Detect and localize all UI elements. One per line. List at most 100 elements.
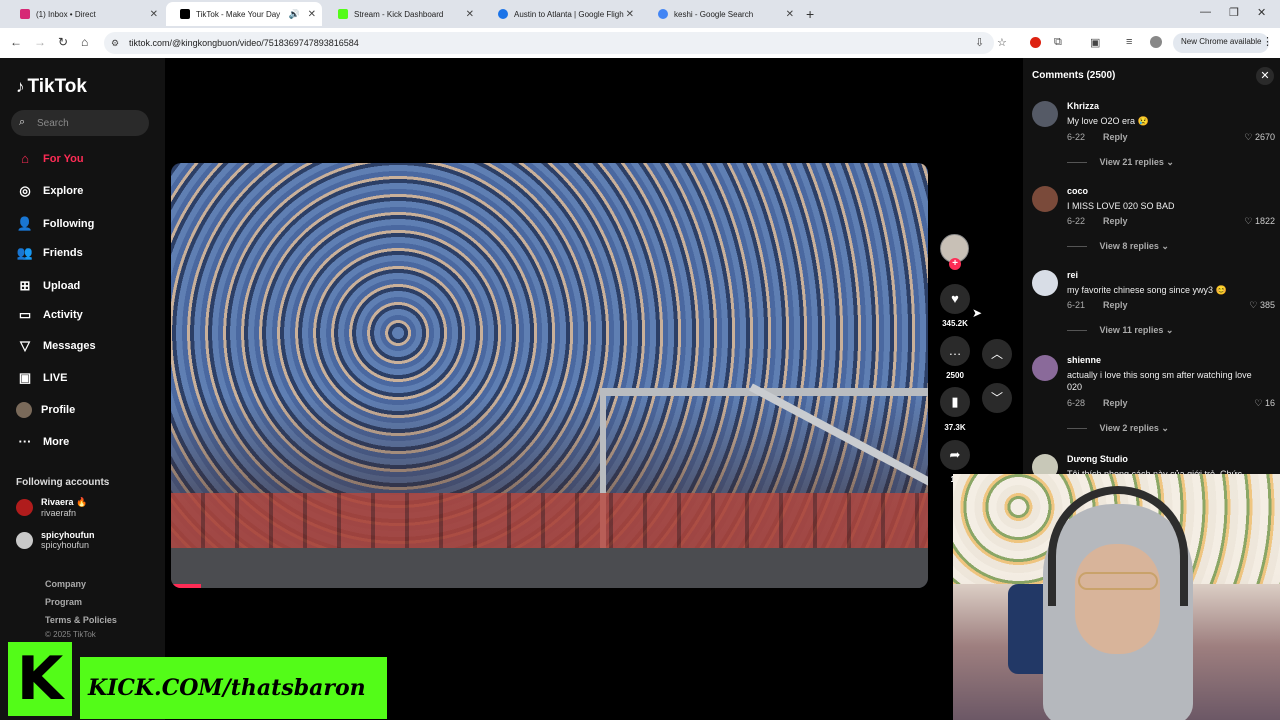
nav-messages[interactable]: ▽ Messages <box>16 338 96 354</box>
forward-button[interactable]: → <box>34 35 46 49</box>
save-button[interactable]: ▮ <box>940 387 970 417</box>
reply-button[interactable]: Reply <box>1103 300 1128 310</box>
nav-for-you[interactable]: ⌂ For You <box>16 151 83 166</box>
reply-button[interactable]: Reply <box>1103 132 1128 142</box>
install-icon[interactable]: ⇩ <box>975 36 984 49</box>
nav-label: More <box>43 435 70 448</box>
comment-author[interactable]: coco <box>1067 186 1088 196</box>
tab-google-search[interactable]: keshi - Google Search ✕ <box>644 2 800 26</box>
reload-button[interactable]: ↻ <box>58 35 68 49</box>
comment-like-button[interactable]: ♡ 385 <box>1249 300 1275 311</box>
search-input[interactable]: ⌕ Search <box>11 110 149 136</box>
view-replies-button[interactable]: View 21 replies ⌄ <box>1067 157 1174 168</box>
kick-logo: K <box>8 642 72 716</box>
restore-button[interactable]: ❐ <box>1229 6 1239 19</box>
video-player[interactable] <box>171 163 928 588</box>
profile-avatar[interactable] <box>1150 36 1162 48</box>
tab-instagram[interactable]: (1) Inbox • Direct ✕ <box>6 2 164 26</box>
comment-like-button[interactable]: ♡ 16 <box>1254 398 1275 409</box>
extension-icon[interactable] <box>1030 37 1041 48</box>
next-video-button[interactable]: ﹀ <box>982 383 1012 413</box>
webcam-overlay <box>953 474 1280 720</box>
comment-item: Dương Studio Tôi thích phong cách này củ… <box>1032 454 1277 480</box>
comment-author[interactable]: rei <box>1067 270 1078 280</box>
sidepanel-icon[interactable]: ▣ <box>1090 36 1100 49</box>
comment-author[interactable]: shienne <box>1067 355 1101 365</box>
share-arrow-icon: ➦ <box>949 447 961 462</box>
tiktok-logo[interactable]: ♪ TikTok <box>16 76 87 98</box>
tab-strip: (1) Inbox • Direct ✕ TikTok - Make Your … <box>0 0 1280 28</box>
tab-title: keshi - Google Search <box>674 9 754 19</box>
comment-like-button[interactable]: ♡ 2670 <box>1244 132 1275 143</box>
tab-kick[interactable]: Stream - Kick Dashboard ✕ <box>324 2 480 26</box>
following-icon: 👤 <box>16 216 34 231</box>
messages-icon: ▽ <box>20 338 30 353</box>
nav-upload[interactable]: ⊞ Upload <box>16 278 81 294</box>
view-replies-button[interactable]: View 2 replies ⌄ <box>1067 423 1169 434</box>
back-button[interactable]: ← <box>10 35 22 49</box>
comment-text: I MISS LOVE 020 SO BAD <box>1067 201 1175 211</box>
speaker-icon[interactable]: 🔊 <box>289 9 300 20</box>
mouse-cursor-icon: ➤ <box>972 306 983 320</box>
close-tab-icon[interactable]: ✕ <box>466 9 474 20</box>
menu-kebab-icon[interactable]: ⋮ <box>1262 35 1273 48</box>
close-window-button[interactable]: ✕ <box>1257 6 1266 19</box>
comment-author[interactable]: Khrizza <box>1067 101 1099 111</box>
bookmark-star-icon[interactable]: ☆ <box>997 36 1007 49</box>
address-bar[interactable]: tiktok.com/@kingkongbuon/video/751836974… <box>104 32 994 54</box>
like-button[interactable]: ♥ <box>940 284 970 314</box>
home-icon[interactable]: ⌂ <box>81 35 88 49</box>
minimize-button[interactable]: — <box>1200 6 1211 18</box>
comment-button[interactable]: … <box>940 336 970 366</box>
extensions-puzzle-icon[interactable]: ⧉ <box>1054 36 1062 49</box>
comment-count: 2500 <box>946 371 964 380</box>
footer-company[interactable]: Company <box>45 579 86 589</box>
footer-program[interactable]: Program <box>45 597 82 607</box>
comment-like-count: 385 <box>1259 300 1275 310</box>
nav-label: LIVE <box>43 372 68 384</box>
new-tab-button[interactable]: + <box>806 6 814 22</box>
compass-icon: ◎ <box>19 183 31 198</box>
nav-friends[interactable]: 👥 Friends <box>16 245 83 261</box>
nav-live[interactable]: ▣ LIVE <box>16 370 68 386</box>
close-tab-icon[interactable]: ✕ <box>626 9 634 20</box>
google-flights-icon <box>498 9 508 19</box>
nav-profile[interactable]: Profile <box>16 402 75 418</box>
reply-button[interactable]: Reply <box>1103 398 1128 408</box>
nav-activity[interactable]: ▭ Activity <box>16 307 83 323</box>
video-progress-bar[interactable] <box>171 584 201 588</box>
footer-terms[interactable]: Terms & Policies <box>45 615 117 625</box>
nav-following[interactable]: 👤 Following <box>16 216 94 232</box>
close-tab-icon[interactable]: ✕ <box>150 9 158 20</box>
friends-icon: 👥 <box>16 245 34 260</box>
avatar <box>16 499 33 516</box>
following-account-rivaera[interactable]: Rivaera 🔥 rivaerafn <box>16 497 87 518</box>
comment-like-button[interactable]: ♡ 1822 <box>1244 216 1275 227</box>
view-replies-button[interactable]: View 8 replies ⌄ <box>1067 241 1169 252</box>
reply-button[interactable]: Reply <box>1103 216 1128 226</box>
follow-plus-icon[interactable]: + <box>949 258 961 270</box>
chevron-down-icon: ⌄ <box>1161 241 1169 251</box>
share-button[interactable]: ➦ <box>940 440 970 470</box>
view-replies-button[interactable]: View 11 replies ⌄ <box>1067 325 1174 336</box>
previous-video-button[interactable]: ︿ <box>982 339 1012 369</box>
tab-title: (1) Inbox • Direct <box>36 9 96 19</box>
tab-tiktok[interactable]: TikTok - Make Your Day 🔊 ✕ <box>166 2 322 26</box>
nav-explore[interactable]: ◎ Explore <box>16 183 83 199</box>
comment-author[interactable]: Dương Studio <box>1067 454 1128 464</box>
avatar[interactable] <box>1032 101 1058 127</box>
following-account-spicyhoufun[interactable]: spicyhoufun spicyhoufun <box>16 530 95 550</box>
avatar[interactable] <box>1032 270 1058 296</box>
new-chrome-available-button[interactable]: New Chrome available <box>1173 33 1270 53</box>
close-tab-icon[interactable]: ✕ <box>308 9 316 20</box>
nav-more[interactable]: ··· More <box>16 434 70 449</box>
tab-flights[interactable]: Austin to Atlanta | Google Fligh ✕ <box>484 2 640 26</box>
avatar[interactable] <box>1032 355 1058 381</box>
avatar[interactable] <box>1032 186 1058 212</box>
live-icon: ▣ <box>18 370 32 385</box>
reading-list-icon[interactable]: ≡ <box>1126 36 1132 48</box>
close-comments-button[interactable]: ✕ <box>1256 67 1274 85</box>
kick-url-banner: KICK.COM/thatsbaron <box>80 657 387 719</box>
close-tab-icon[interactable]: ✕ <box>786 9 794 20</box>
site-info-icon[interactable]: ⚙ <box>111 38 119 49</box>
